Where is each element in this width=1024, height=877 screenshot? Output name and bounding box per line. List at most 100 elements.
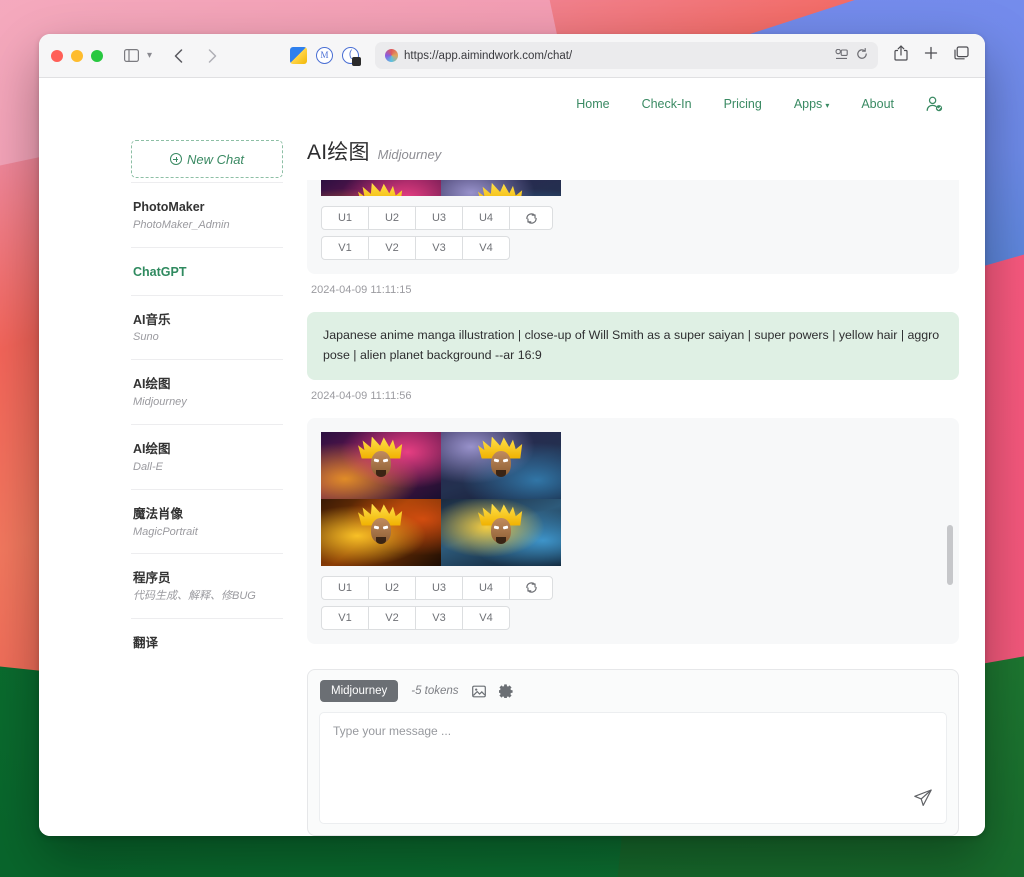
page-title: AI绘图 <box>307 141 370 164</box>
composer-toolbar: Midjourney -5 tokens <box>308 670 958 712</box>
nav-link-pricing[interactable]: Pricing <box>724 97 762 111</box>
message-list-scrollbar[interactable] <box>947 525 953 585</box>
sidebar-item-chatgpt[interactable]: ChatGPT <box>131 246 283 295</box>
generated-image-tile[interactable] <box>441 431 561 499</box>
chat-header: AI绘图 Midjourney <box>307 130 959 180</box>
sidebar-item-title: PhotoMaker <box>133 200 205 214</box>
message-composer: Midjourney -5 tokens Type your message .… <box>307 669 959 836</box>
upscale-button-u2[interactable]: U2 <box>368 575 416 600</box>
upscale-button-row: U1 U2 U3 U4 <box>321 575 959 600</box>
reader-icon[interactable] <box>835 47 848 65</box>
variation-button-v2[interactable]: V2 <box>368 236 416 260</box>
reload-icon[interactable] <box>856 47 868 65</box>
nav-link-apps-label: Apps <box>793 97 823 111</box>
new-tab-icon[interactable] <box>924 46 938 65</box>
nav-link-about[interactable]: About <box>861 97 894 111</box>
sidebar-item-subtitle: Midjourney <box>133 396 187 409</box>
sidebar-item-photomaker[interactable]: PhotoMaker PhotoMaker_Admin <box>131 182 283 247</box>
upscale-button-u1[interactable]: U1 <box>321 575 369 600</box>
sidebar-item-programmer[interactable]: 程序员 代码生成、解释、修BUG <box>131 553 283 618</box>
variation-button-row: V1 V2 V3 V4 <box>321 605 959 630</box>
extension-icon-bookmark[interactable] <box>290 47 308 64</box>
chat-sidebar: New Chat PhotoMaker PhotoMaker_Admin Cha… <box>131 130 283 836</box>
sidebar-item-subtitle: MagicPortrait <box>133 525 198 538</box>
message-timestamp: 2024-04-09 11:11:56 <box>311 389 412 402</box>
extension-icon-lock[interactable] <box>342 47 362 66</box>
extension-icon-m[interactable] <box>316 47 334 64</box>
assistant-message-card: U1 U2 U3 U4 V1 V2 V3 V4 <box>307 180 959 274</box>
upscale-button-u2[interactable]: U2 <box>368 206 416 230</box>
upscale-button-u4[interactable]: U4 <box>462 206 510 230</box>
variation-button-v2[interactable]: V2 <box>368 605 416 630</box>
new-chat-button[interactable]: New Chat <box>131 140 283 178</box>
chat-model-subtitle: Midjourney <box>377 147 442 162</box>
refresh-icon[interactable] <box>509 206 553 230</box>
sidebar-item-subtitle: PhotoMaker_Admin <box>133 218 230 231</box>
new-chat-label: New Chat <box>186 151 245 167</box>
generated-image-tile[interactable] <box>321 431 441 499</box>
image-attach-icon[interactable] <box>471 685 486 698</box>
message-input-placeholder: Type your message ... <box>333 724 452 738</box>
user-account-icon[interactable] <box>926 96 943 112</box>
browser-window: ▾ https://app.aimindwork.com/chat/ <box>39 34 985 836</box>
zoom-button[interactable] <box>91 49 103 62</box>
message-timestamp: 2024-04-09 11:11:15 <box>311 284 412 296</box>
sidebar-item-title: ChatGPT <box>133 264 187 279</box>
address-bar[interactable]: https://app.aimindwork.com/chat/ <box>375 42 878 69</box>
sidebar-icon[interactable] <box>119 44 143 68</box>
close-button[interactable] <box>51 49 63 62</box>
window-controls <box>51 49 103 62</box>
sidebar-item-ai-music[interactable]: AI音乐 Suno <box>131 294 283 360</box>
sidebar-item-title: 程序员 <box>133 571 171 586</box>
message-input[interactable]: Type your message ... <box>319 712 947 824</box>
share-icon[interactable] <box>894 45 908 66</box>
sidebar-item-magic-portrait[interactable]: 魔法肖像 MagicPortrait <box>131 488 283 554</box>
variation-button-v4[interactable]: V4 <box>462 605 510 630</box>
variation-button-v3[interactable]: V3 <box>415 236 463 260</box>
generated-image-tile[interactable] <box>441 498 561 566</box>
sidebar-item-ai-draw-midjourney[interactable]: AI绘图 Midjourney <box>131 359 283 424</box>
forward-icon[interactable] <box>200 44 224 68</box>
upscale-button-u3[interactable]: U3 <box>415 206 463 230</box>
chevron-down-icon: ▾ <box>825 101 830 110</box>
sidebar-item-subtitle: Dall-E <box>133 460 163 473</box>
chevron-down-icon[interactable]: ▾ <box>147 50 152 61</box>
generated-image-grid[interactable] <box>321 431 561 566</box>
sidebar-item-ai-draw-dalle[interactable]: AI绘图 Dall-E <box>131 424 283 489</box>
toolbar-right-actions <box>894 45 973 66</box>
extension-icons <box>290 47 362 66</box>
assistant-message-card: U1 U2 U3 U4 V1 V2 V3 V4 <box>307 417 959 644</box>
address-bar-actions <box>835 47 868 65</box>
sidebar-item-title: 魔法肖像 <box>133 506 184 521</box>
sidebar-item-title: AI绘图 <box>133 442 171 457</box>
site-favicon-icon <box>385 49 399 62</box>
upscale-button-u4[interactable]: U4 <box>462 575 510 600</box>
variation-button-v3[interactable]: V3 <box>415 605 463 630</box>
tab-overview-icon[interactable] <box>954 46 969 65</box>
user-message-bubble: Japanese anime manga illustration | clos… <box>307 312 959 380</box>
upscale-button-u1[interactable]: U1 <box>321 206 369 230</box>
variation-button-v1[interactable]: V1 <box>321 236 369 260</box>
sidebar-item-translate[interactable]: 翻译 <box>131 618 283 666</box>
variation-button-v1[interactable]: V1 <box>321 605 369 630</box>
gear-icon[interactable] <box>498 684 513 698</box>
upscale-button-u3[interactable]: U3 <box>415 575 463 600</box>
generated-image-grid[interactable] <box>321 180 561 196</box>
variation-button-v4[interactable]: V4 <box>462 236 510 260</box>
message-list: U1 U2 U3 U4 V1 V2 V3 V4 2024-04-09 11:11… <box>307 180 959 665</box>
variation-button-row: V1 V2 V3 V4 <box>321 236 959 260</box>
sidebar-item-title: 翻译 <box>133 636 159 651</box>
generated-image-tile[interactable] <box>321 180 441 196</box>
refresh-icon[interactable] <box>509 575 553 600</box>
generated-image-tile[interactable] <box>321 498 441 566</box>
nav-link-apps[interactable]: Apps ▾ <box>794 97 830 111</box>
minimize-button[interactable] <box>71 49 83 62</box>
model-selector-button[interactable]: Midjourney <box>320 680 399 702</box>
nav-link-check-in[interactable]: Check-In <box>642 97 692 111</box>
send-icon[interactable] <box>913 788 933 813</box>
token-cost-label: -5 tokens <box>411 685 459 697</box>
back-icon[interactable] <box>166 44 190 68</box>
browser-toolbar: ▾ https://app.aimindwork.com/chat/ <box>39 34 985 78</box>
generated-image-tile[interactable] <box>441 180 561 196</box>
nav-link-home[interactable]: Home <box>576 97 609 111</box>
